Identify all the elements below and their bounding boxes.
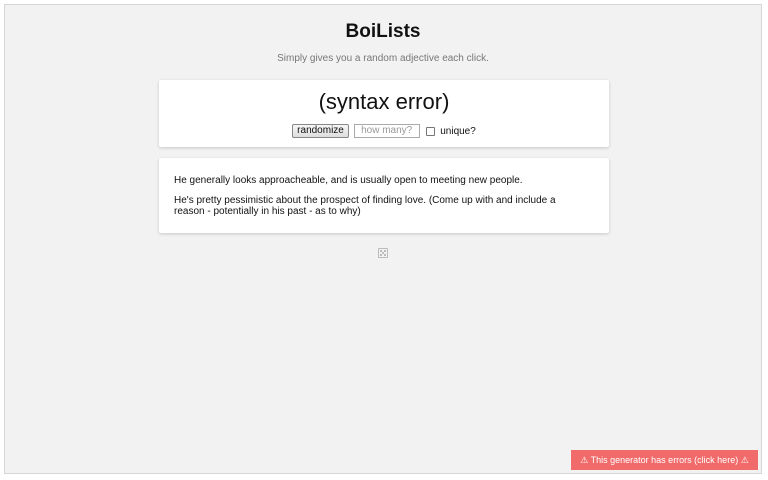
count-input[interactable]: how many? bbox=[353, 124, 420, 138]
page-subtitle: Simply gives you a random adjective each… bbox=[277, 53, 489, 64]
page-title: BoiLists bbox=[345, 21, 421, 42]
generator-frame: BoiLists Simply gives you a random adjec… bbox=[4, 4, 762, 474]
note-text: He generally looks approacheable, and is… bbox=[174, 175, 523, 186]
error-notice-button[interactable]: ⚠ This generator has errors (click here)… bbox=[571, 450, 758, 470]
notes-card: He generally looks approacheable, and is… bbox=[159, 158, 609, 233]
randomize-button[interactable]: randomize bbox=[292, 124, 349, 138]
note-text: He's pretty pessimistic about the prospe… bbox=[174, 195, 556, 217]
generator-card: (syntax error) randomize how many? uniqu… bbox=[159, 80, 609, 147]
generator-output: (syntax error) bbox=[318, 89, 450, 114]
unique-checkbox[interactable] bbox=[426, 126, 436, 136]
generator-controls: randomize how many? unique? bbox=[159, 124, 609, 138]
unique-label[interactable]: unique? bbox=[440, 126, 476, 137]
dice-icon[interactable] bbox=[378, 248, 388, 258]
